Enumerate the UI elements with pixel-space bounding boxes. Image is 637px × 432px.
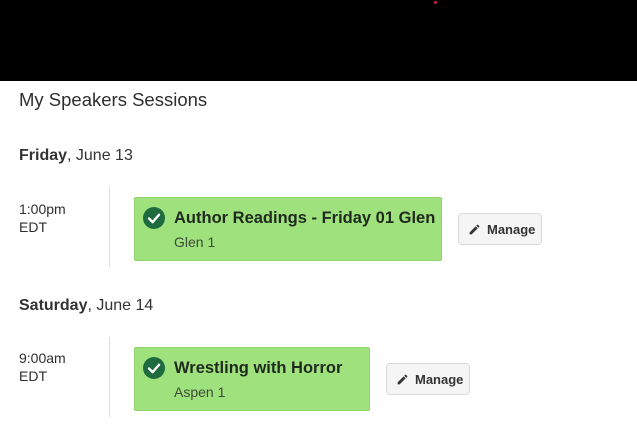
session-time: 9:00am EDT (19, 349, 66, 385)
session-card[interactable]: Wrestling with Horror Aspen 1 (134, 347, 370, 411)
session-time: 1:00pm EDT (19, 200, 66, 236)
indicator-dot (434, 1, 437, 4)
day-date: , June 13 (67, 147, 133, 164)
page-title: My Speakers Sessions (19, 89, 208, 110)
top-banner (0, 0, 637, 81)
session-timezone: EDT (19, 368, 47, 384)
day-date: , June 14 (87, 297, 154, 314)
timeline-divider (109, 187, 110, 267)
session-title: Author Readings - Friday 01 Glen (174, 209, 436, 227)
day-weekday: Saturday (19, 297, 88, 314)
check-circle-icon (143, 207, 165, 229)
check-circle-icon (143, 357, 165, 379)
session-card[interactable]: Author Readings - Friday 01 Glen Glen 1 (134, 197, 442, 261)
session-room: Aspen 1 (174, 384, 226, 400)
pencil-icon (397, 374, 408, 384)
session-time-value: 9:00am (19, 350, 66, 366)
timeline-divider (109, 337, 110, 417)
session-time-value: 1:00pm (19, 201, 66, 217)
day-header-saturday: Saturday, June 14 (19, 297, 153, 315)
manage-button[interactable]: Manage (458, 213, 542, 245)
pencil-icon (469, 224, 480, 234)
session-timezone: EDT (19, 219, 47, 235)
session-title: Wrestling with Horror (174, 359, 343, 377)
session-room: Glen 1 (174, 234, 216, 250)
day-header-friday: Friday, June 13 (19, 147, 133, 165)
day-weekday: Friday (19, 147, 68, 164)
manage-button[interactable]: Manage (386, 363, 470, 395)
manage-button-label: Manage (415, 371, 464, 387)
manage-button-label: Manage (487, 221, 536, 237)
